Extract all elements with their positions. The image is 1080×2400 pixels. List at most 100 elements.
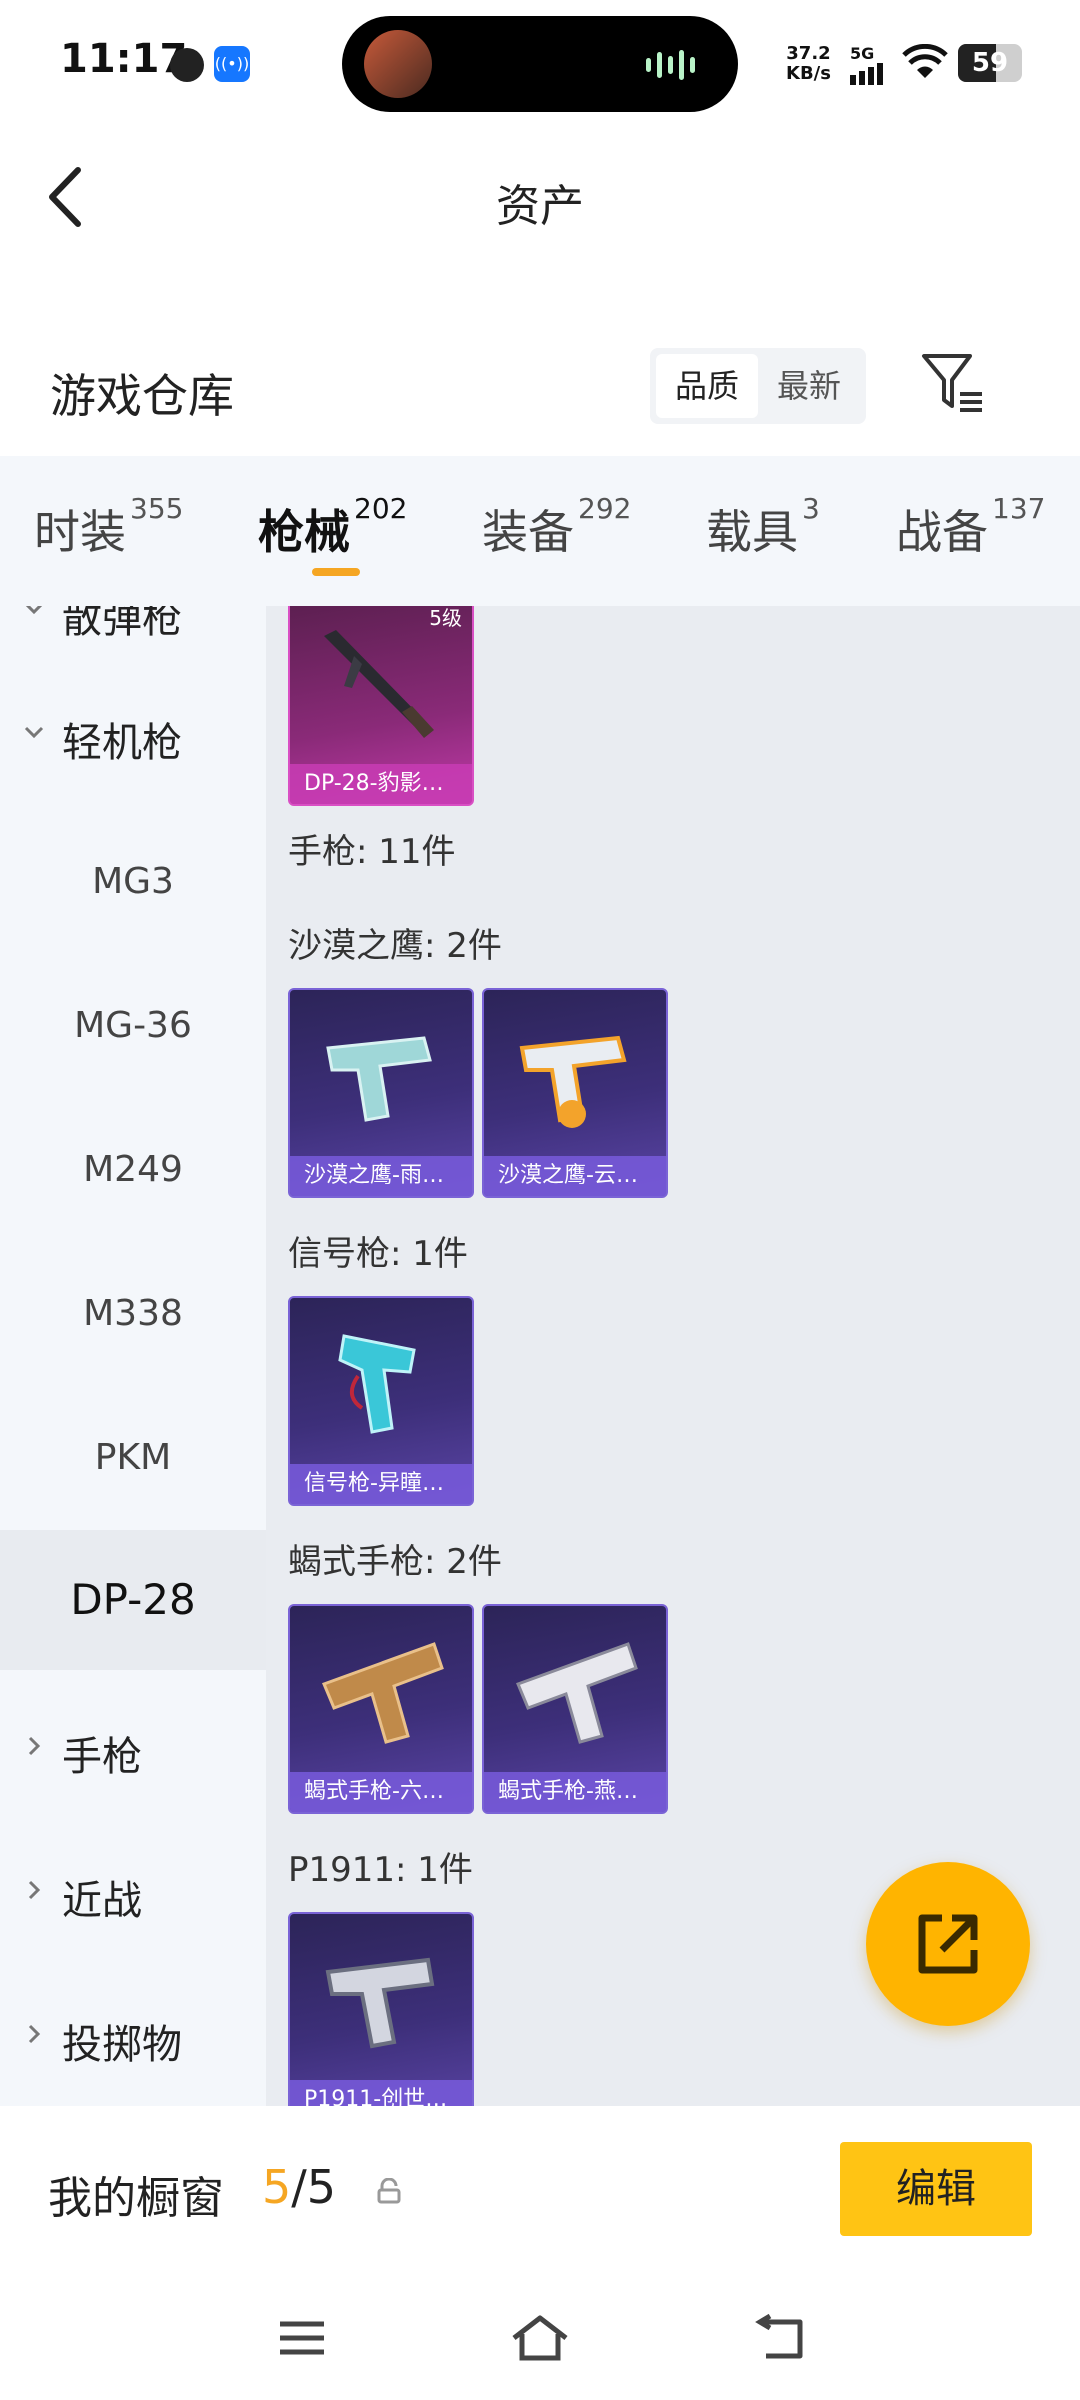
card-name: 蝎式手枪-燕… bbox=[484, 1772, 666, 1812]
status-time: 11:17 bbox=[60, 36, 188, 82]
tab-fashion[interactable]: 时装 355 bbox=[34, 492, 183, 562]
card-name: 信号枪-异瞳… bbox=[290, 1464, 472, 1504]
sidebar-item-mg36[interactable]: MG-36 bbox=[0, 956, 266, 1096]
chevron-right-icon bbox=[28, 1736, 41, 1756]
group-label-flare-gun: 信号枪: 1件 bbox=[288, 1234, 468, 1274]
sidebar-item-m249[interactable]: M249 bbox=[0, 1100, 266, 1240]
battery-level: 59 bbox=[971, 48, 1009, 78]
network-speed: 37.2 KB/s bbox=[786, 44, 831, 84]
showcase-count: 5/5 bbox=[262, 2160, 336, 2214]
sidebar-group-label: 手枪 bbox=[62, 1734, 142, 1780]
chevron-down-icon bbox=[24, 726, 44, 739]
chevron-right-icon bbox=[28, 2024, 41, 2044]
showcase-separator: / bbox=[291, 2160, 307, 2214]
system-nav-bar bbox=[0, 2276, 1080, 2400]
pistol-icon bbox=[325, 1957, 435, 2049]
group-label-desert-eagle: 沙漠之鹰: 2件 bbox=[288, 926, 502, 966]
page-title: 资产 bbox=[496, 181, 584, 232]
machine-gun-icon bbox=[324, 630, 434, 738]
dynamic-island[interactable] bbox=[342, 16, 738, 112]
weapon-category-sidebar: 散弹枪 轻机枪 MG3 MG-36 M249 M338 PKM DP-28 手枪… bbox=[0, 606, 266, 2106]
pistol-icon bbox=[326, 1036, 432, 1122]
wifi-icon bbox=[902, 44, 948, 78]
lock-icon bbox=[377, 2178, 401, 2204]
skin-card-dp28[interactable]: 5级 DP-28-豹影… bbox=[288, 606, 474, 806]
pistol-heading: 手枪: 11件 bbox=[288, 832, 456, 872]
tab-label: 载具 bbox=[706, 505, 798, 559]
card-name: 蝎式手枪-六… bbox=[290, 1772, 472, 1812]
edit-showcase-button[interactable]: 编辑 bbox=[840, 2142, 1032, 2236]
back-nav-icon[interactable] bbox=[752, 2312, 812, 2364]
tab-count: 355 bbox=[130, 492, 184, 525]
tab-label: 战备 bbox=[896, 505, 988, 559]
sidebar-item-dp28[interactable]: DP-28 bbox=[0, 1530, 266, 1670]
network-speed-value: 37.2 bbox=[786, 43, 831, 64]
sort-option-newest[interactable]: 最新 bbox=[758, 354, 860, 418]
tab-count: 202 bbox=[354, 492, 408, 525]
sidebar-group-melee[interactable]: 近战 bbox=[0, 1854, 266, 1934]
sidebar-group-label: 近战 bbox=[62, 1878, 142, 1924]
smg-pistol-icon bbox=[516, 1642, 638, 1744]
app-header: 资产 bbox=[0, 140, 1080, 250]
tab-count: 137 bbox=[992, 492, 1046, 525]
skin-card[interactable]: 蝎式手枪-燕… bbox=[482, 1604, 668, 1814]
card-name: 沙漠之鹰-雨… bbox=[290, 1156, 472, 1196]
menu-icon[interactable] bbox=[272, 2312, 332, 2364]
card-name: P1911-创世… bbox=[290, 2080, 472, 2106]
card-name: DP-28-豹影… bbox=[290, 764, 472, 804]
sidebar-item-m338[interactable]: M338 bbox=[0, 1244, 266, 1384]
signal-type-label: 5G bbox=[850, 44, 875, 63]
skin-card[interactable]: 信号枪-异瞳… bbox=[288, 1296, 474, 1506]
home-icon[interactable] bbox=[510, 2312, 570, 2364]
category-tabs: 时装 355 枪械 202 装备 292 载具 3 战备 137 bbox=[0, 456, 1080, 606]
network-speed-unit: KB/s bbox=[786, 63, 831, 84]
broadcast-notification-icon: ((•)) bbox=[214, 46, 250, 82]
tab-label: 装备 bbox=[482, 505, 574, 559]
showcase-total: 5 bbox=[306, 2160, 337, 2214]
share-fab-button[interactable] bbox=[866, 1862, 1030, 2026]
sidebar-group-label: 散弹枪 bbox=[62, 606, 182, 642]
pistol-icon bbox=[519, 1035, 627, 1128]
sidebar-group-shotgun[interactable]: 散弹枪 bbox=[0, 606, 266, 652]
battery-icon: 59 bbox=[958, 44, 1022, 82]
warehouse-header: 游戏仓库 品质 最新 bbox=[0, 340, 1080, 460]
showcase-label: 我的橱窗 bbox=[48, 2173, 224, 2224]
card-name: 沙漠之鹰-云… bbox=[484, 1156, 666, 1196]
group-label-p1911: P1911: 1件 bbox=[288, 1850, 473, 1890]
group-label-scorpion: 蝎式手枪: 2件 bbox=[288, 1542, 502, 1582]
sort-toggle: 品质 最新 bbox=[650, 348, 866, 424]
sidebar-item-pkm[interactable]: PKM bbox=[0, 1388, 266, 1528]
tab-vehicles[interactable]: 载具 3 bbox=[706, 492, 820, 562]
chevron-down-icon bbox=[25, 606, 43, 615]
section-title: 游戏仓库 bbox=[50, 369, 234, 423]
sort-option-quality[interactable]: 品质 bbox=[656, 354, 758, 418]
active-tab-indicator bbox=[312, 568, 360, 576]
skin-card[interactable]: P1911-创世… bbox=[288, 1912, 474, 2106]
tab-equipment[interactable]: 装备 292 bbox=[482, 492, 631, 562]
cellular-signal-icon: 5G bbox=[850, 44, 886, 85]
status-bar: 11:17 ((•)) 37.2 KB/s 5G 59 bbox=[0, 0, 1080, 130]
game-avatar-icon bbox=[364, 30, 432, 98]
sidebar-group-label: 投掷物 bbox=[62, 2022, 182, 2068]
filter-icon[interactable] bbox=[920, 350, 986, 416]
chevron-right-icon bbox=[28, 1880, 41, 1900]
sidebar-item-mg3[interactable]: MG3 bbox=[0, 812, 266, 952]
tab-supplies[interactable]: 战备 137 bbox=[896, 492, 1045, 562]
tab-count: 3 bbox=[802, 492, 820, 525]
skin-card[interactable]: 沙漠之鹰-雨… bbox=[288, 988, 474, 1198]
sidebar-group-pistol[interactable]: 手枪 bbox=[0, 1710, 266, 1790]
audio-wave-icon bbox=[646, 50, 706, 80]
my-showcase-bar: 我的橱窗 5/5 编辑 bbox=[0, 2106, 1080, 2276]
sidebar-group-throwables[interactable]: 投掷物 bbox=[0, 1998, 266, 2078]
flare-gun-icon bbox=[338, 1334, 416, 1434]
skin-card[interactable]: 蝎式手枪-六… bbox=[288, 1604, 474, 1814]
tab-count: 292 bbox=[578, 492, 632, 525]
showcase-current: 5 bbox=[262, 2160, 292, 2214]
app-notification-icon bbox=[170, 48, 204, 82]
sidebar-group-lmg[interactable]: 轻机枪 bbox=[0, 696, 266, 776]
external-share-icon bbox=[918, 1914, 978, 1974]
tab-label: 枪械 bbox=[258, 505, 350, 559]
skin-card[interactable]: 沙漠之鹰-云… bbox=[482, 988, 668, 1198]
tab-firearms[interactable]: 枪械 202 bbox=[258, 492, 407, 562]
tab-label: 时装 bbox=[34, 505, 126, 559]
